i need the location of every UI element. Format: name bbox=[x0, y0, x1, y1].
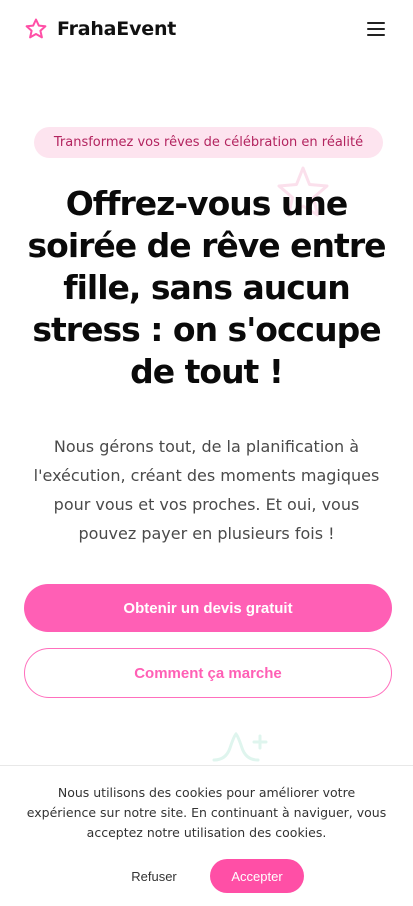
cookie-message-line: Nous utilisons des cookies pour améliore… bbox=[57, 785, 356, 800]
decorative-sparkle-icon bbox=[212, 731, 268, 762]
cookie-message-line: acceptez notre utilisation des cookies. bbox=[86, 825, 327, 840]
hero-subtitle-line: pouvez payer en plusieurs fois ! bbox=[78, 524, 335, 543]
hero-subtitle: Nous gérons tout, de la planification à … bbox=[20, 432, 393, 548]
hero-title-line: Offrez-vous une bbox=[65, 184, 349, 223]
accept-cookies-button[interactable]: Accepter bbox=[210, 859, 304, 893]
hamburger-menu-icon[interactable] bbox=[367, 18, 389, 40]
cookie-message-line: expérience sur notre site. En continuant… bbox=[26, 805, 387, 820]
refuse-cookies-button[interactable]: Refuser bbox=[118, 859, 190, 893]
hero-subtitle-line: pour vous et vos proches. Et oui, vous bbox=[53, 495, 360, 514]
cookie-message: Nous utilisons des cookies pour améliore… bbox=[14, 783, 399, 843]
how-it-works-button[interactable]: Comment ça marche bbox=[24, 648, 392, 698]
hero-title-line: de tout ! bbox=[130, 352, 284, 391]
hero-title: Offrez-vous une soirée de rêve entre fil… bbox=[20, 183, 393, 393]
hero-subtitle-line: l'exécution, créant des moments magiques bbox=[33, 466, 380, 485]
brand-logo[interactable]: FrahaEvent bbox=[24, 17, 176, 41]
star-outline-icon bbox=[25, 18, 47, 39]
hero-title-line: soirée de rêve entre bbox=[27, 226, 387, 265]
hero-title-line: stress : on s'occupe bbox=[32, 310, 381, 349]
get-free-quote-button[interactable]: Obtenir un devis gratuit bbox=[24, 584, 392, 632]
cookie-banner: Nous utilisons des cookies pour améliore… bbox=[0, 765, 413, 906]
hero-badge: Transformez vos rêves de célébration en … bbox=[34, 127, 383, 158]
brand-name: FrahaEvent bbox=[57, 18, 177, 40]
hero-subtitle-line: Nous gérons tout, de la planification à bbox=[53, 437, 360, 456]
top-header: FrahaEvent bbox=[0, 0, 413, 58]
hero-title-line: fille, sans aucun bbox=[63, 268, 351, 307]
